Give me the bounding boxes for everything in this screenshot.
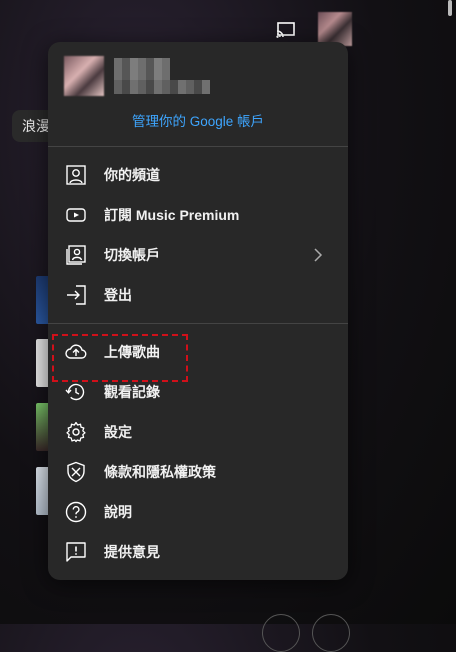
genre-chip-label: 浪漫 [22,118,50,134]
menu-item-label: 提供意見 [104,544,160,560]
cast-icon[interactable] [276,22,296,38]
menu-item-terms-privacy[interactable]: 條款和隱私權政策 [48,452,348,492]
menu-item-feedback[interactable]: 提供意見 [48,532,348,572]
help-icon [65,501,87,523]
menu-item-label: 條款和隱私權政策 [104,464,216,480]
menu-item-label: 設定 [104,424,132,440]
account-menu: 管理你的 Google 帳戶 你的頻道 訂閱 Music Premium 切換帳… [48,42,348,580]
gear-icon [66,421,86,443]
menu-item-label: 切換帳戶 [104,247,160,263]
scrollbar[interactable] [448,0,452,16]
sign-out-icon [67,285,86,305]
account-header: 管理你的 Google 帳戶 [48,42,348,146]
menu-item-label: 說明 [104,504,132,520]
feedback-icon [66,542,86,562]
menu-item-label: 你的頻道 [104,167,160,183]
manage-account-link[interactable]: 管理你的 Google 帳戶 [48,110,348,130]
shield-icon [67,461,85,483]
upload-cloud-icon [65,344,87,359]
carousel-next-button[interactable] [312,614,350,652]
carousel-prev-button[interactable] [262,614,300,652]
history-icon [65,383,85,401]
menu-item-sign-out[interactable]: 登出 [48,275,348,315]
menu-item-label: 登出 [104,287,132,303]
person-icon [66,165,86,185]
menu-item-history[interactable]: 觀看記錄 [48,372,348,412]
account-email-redacted [114,80,210,94]
menu-section-general: 上傳歌曲 觀看記錄 設定 條款和隱私權政策 說明 提供意見 [48,324,348,580]
menu-item-help[interactable]: 說明 [48,492,348,532]
youtube-icon [66,208,86,222]
menu-section-account: 你的頻道 訂閱 Music Premium 切換帳戶 登出 [48,147,348,323]
menu-item-switch-account[interactable]: 切換帳戶 [48,235,348,275]
account-name-redacted [114,58,170,80]
chevron-right-icon [314,248,323,262]
menu-item-your-channel[interactable]: 你的頻道 [48,155,348,195]
avatar [64,56,104,96]
menu-item-label: 上傳歌曲 [104,344,160,360]
menu-item-premium[interactable]: 訂閱 Music Premium [48,195,348,235]
menu-item-upload-music[interactable]: 上傳歌曲 [48,332,348,382]
menu-item-label: 觀看記錄 [104,384,160,400]
menu-item-label: 訂閱 Music Premium [104,207,240,223]
switch-account-icon [66,245,86,265]
account-avatar-button[interactable] [318,12,352,46]
menu-item-settings[interactable]: 設定 [48,412,348,452]
